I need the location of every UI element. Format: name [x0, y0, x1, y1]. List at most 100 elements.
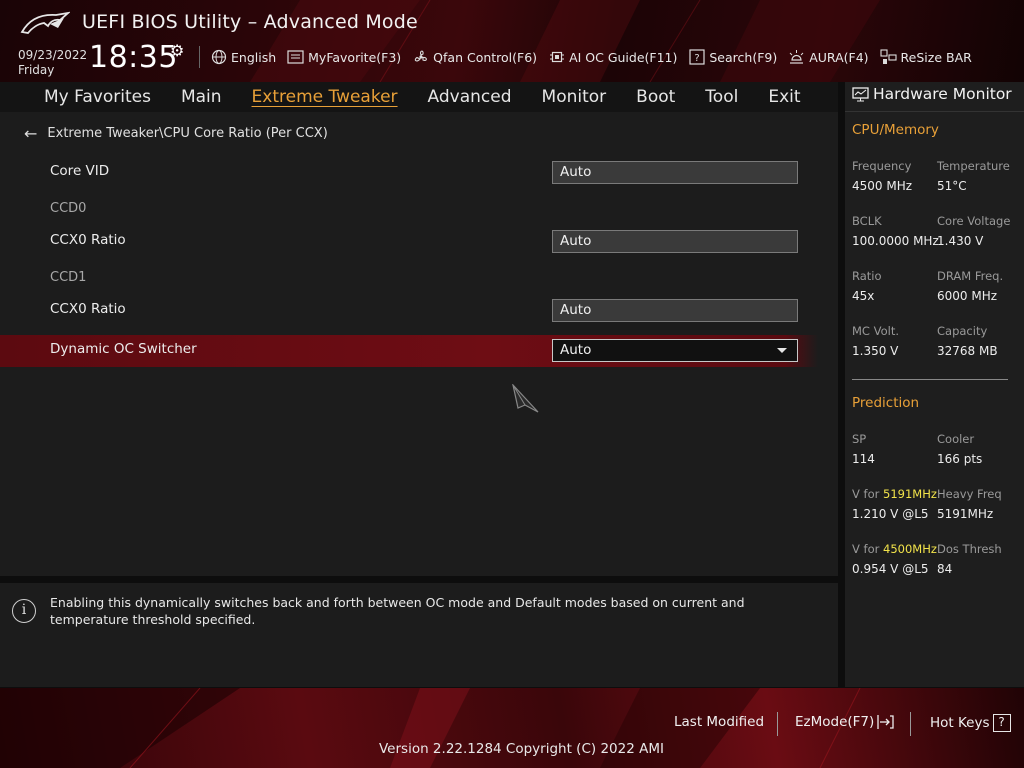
hot-keys-button[interactable]: Hot Keys ?	[930, 714, 1011, 732]
sp-value: 114	[852, 452, 875, 466]
dynamic-oc-switcher-value: Auto	[560, 342, 592, 358]
v-for-base-prefix: V for	[852, 542, 883, 556]
prediction-section-title: Prediction	[852, 395, 920, 411]
resize-bar-label: ReSize BAR	[900, 49, 972, 65]
last-modified-label: Last Modified	[674, 714, 765, 730]
dynamic-oc-switcher-dropdown[interactable]: Auto	[552, 339, 798, 362]
tab-boot[interactable]: Boot	[636, 87, 675, 107]
mc-volt-value: 1.350 V	[852, 344, 899, 358]
version-text: Version 2.22.1284 Copyright (C) 2022 AMI	[379, 741, 664, 757]
dropdown-arrow-icon	[777, 348, 787, 353]
temperature-label: Temperature	[937, 159, 1010, 173]
footer-divider	[910, 712, 911, 736]
dynamic-oc-switcher-label: Dynamic OC Switcher	[50, 341, 197, 357]
temperature-value: 51°C	[937, 179, 967, 193]
myfavorite-button[interactable]: MyFavorite(F3)	[287, 49, 401, 65]
core-voltage-label: Core Voltage	[937, 214, 1011, 228]
core-vid-field[interactable]: Auto	[552, 161, 798, 184]
sp-label: SP	[852, 432, 867, 446]
tab-monitor[interactable]: Monitor	[542, 87, 607, 107]
mouse-pointer-icon	[511, 382, 540, 418]
dos-thresh-label: Dos Thresh	[937, 542, 1002, 556]
footer-divider	[777, 712, 778, 736]
dram-freq-label: DRAM Freq.	[937, 269, 1004, 283]
core-voltage-value: 1.430 V	[937, 234, 984, 248]
ezmode-label: EzMode(F7)	[795, 714, 875, 730]
language-button[interactable]: English	[210, 49, 276, 65]
gear-icon[interactable]: ⚙	[170, 41, 184, 60]
ccd1-ccx0-ratio-field[interactable]: Auto	[552, 299, 798, 322]
last-modified-button[interactable]: Last Modified	[674, 714, 764, 730]
day-text: Friday	[18, 63, 55, 77]
hardware-monitor-panel: Hardware Monitor CPU/Memory Frequency 45…	[845, 82, 1024, 687]
tab-my-favorites[interactable]: My Favorites	[44, 87, 151, 107]
help-panel: i Enabling this dynamically switches bac…	[0, 583, 838, 687]
ccd0-ccx0-ratio-label: CCX0 Ratio	[50, 232, 126, 248]
myfavorite-label: MyFavorite(F3)	[308, 49, 402, 65]
info-icon: i	[12, 599, 36, 623]
hardware-monitor-divider	[852, 379, 1008, 380]
favorite-list-icon	[287, 49, 304, 65]
v-for-high-freq: 5191MHz	[883, 487, 937, 501]
cpu-memory-section-title: CPU/Memory	[852, 122, 939, 138]
search-button[interactable]: ? Search(F9)	[688, 49, 777, 65]
clock: 18:35	[89, 40, 178, 75]
tab-tool[interactable]: Tool	[705, 87, 738, 107]
hardware-monitor-title-divider	[845, 111, 1024, 112]
tab-exit[interactable]: Exit	[768, 87, 800, 107]
dram-freq-value: 6000 MHz	[937, 289, 998, 303]
exit-arrow-icon	[877, 714, 895, 730]
date-display: 09/23/2022 Friday	[18, 48, 87, 78]
help-key-icon: ?	[992, 714, 1011, 732]
language-label: English	[231, 49, 277, 65]
hot-keys-label: Hot Keys	[930, 715, 990, 731]
aura-button[interactable]: AURA(F4)	[788, 49, 869, 65]
bclk-label: BCLK	[852, 214, 882, 228]
main-nav: My Favorites Main Extreme Tweaker Advanc…	[0, 82, 838, 112]
v-for-base-freq-value: 0.954 V @L5	[852, 562, 929, 576]
capacity-value: 32768 MB	[937, 344, 998, 358]
settings-panel: ← Extreme Tweaker\CPU Core Ratio (Per CC…	[0, 112, 838, 576]
ccd0-ccx0-ratio-field[interactable]: Auto	[552, 230, 798, 253]
ezmode-button[interactable]: EzMode(F7)	[795, 714, 895, 730]
tab-main[interactable]: Main	[181, 87, 222, 107]
fan-icon	[412, 49, 429, 65]
mc-volt-label: MC Volt.	[852, 324, 899, 338]
breadcrumb-path: Extreme Tweaker\CPU Core Ratio (Per CCX)	[47, 126, 328, 141]
ratio-label: Ratio	[852, 269, 882, 283]
ccd1-group-label: CCD1	[50, 270, 87, 285]
aura-label: AURA(F4)	[809, 49, 869, 65]
capacity-label: Capacity	[937, 324, 988, 338]
v-for-high-freq-value: 1.210 V @L5	[852, 507, 929, 521]
header-toolbar: English MyFavorite(F3) Qfan Control(F6) …	[210, 46, 983, 68]
tab-advanced[interactable]: Advanced	[428, 87, 512, 107]
resize-bar-icon	[879, 49, 897, 65]
dos-thresh-value: 84	[937, 562, 953, 576]
qfan-button[interactable]: Qfan Control(F6)	[412, 49, 537, 65]
chip-icon	[548, 49, 565, 65]
frequency-label: Frequency	[852, 159, 912, 173]
v-for-high-prefix: V for	[852, 487, 883, 501]
help-text: Enabling this dynamically switches back …	[50, 595, 745, 627]
date-text: 09/23/2022	[18, 48, 88, 62]
monitor-icon	[852, 86, 869, 102]
svg-text:?: ?	[694, 53, 699, 64]
heavy-freq-value: 5191MHz	[937, 507, 994, 521]
breadcrumb: ← Extreme Tweaker\CPU Core Ratio (Per CC…	[24, 124, 328, 143]
question-box-icon: ?	[688, 49, 705, 65]
ratio-value: 45x	[852, 289, 875, 303]
hardware-monitor-title: Hardware Monitor	[852, 85, 1012, 103]
ai-oc-guide-button[interactable]: AI OC Guide(F11)	[548, 49, 677, 65]
cooler-value: 166 pts	[937, 452, 983, 466]
light-icon	[788, 49, 805, 65]
resize-bar-button[interactable]: ReSize BAR	[879, 49, 972, 65]
qfan-label: Qfan Control(F6)	[433, 49, 538, 65]
header-divider	[199, 46, 200, 68]
globe-icon	[210, 49, 227, 65]
back-arrow-icon[interactable]: ←	[24, 124, 37, 143]
hardware-monitor-title-text: Hardware Monitor	[873, 85, 1012, 103]
frequency-value: 4500 MHz	[852, 179, 913, 193]
search-label: Search(F9)	[709, 49, 778, 65]
tab-extreme-tweaker[interactable]: Extreme Tweaker	[252, 87, 398, 107]
heavy-freq-label: Heavy Freq	[937, 487, 1002, 501]
